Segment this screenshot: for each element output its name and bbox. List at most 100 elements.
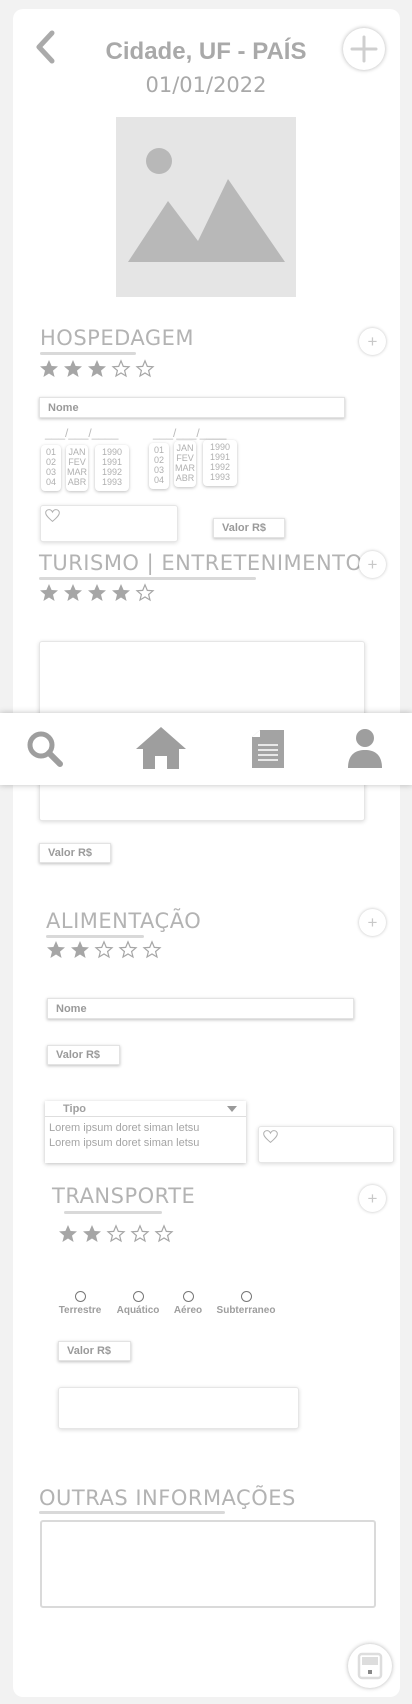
day-column[interactable]: 01 02 03 04 <box>149 443 169 489</box>
radio-label: Terrestre <box>58 1305 102 1316</box>
hospedagem-favorite-box[interactable] <box>40 505 178 542</box>
picker-option[interactable]: MAR <box>67 467 87 477</box>
star-empty-icon[interactable] <box>130 1224 150 1244</box>
picker-option[interactable]: FEV <box>68 457 86 467</box>
picker-option[interactable]: 02 <box>154 455 164 465</box>
alimentacao-value-field[interactable]: Valor R$ <box>47 1045 120 1065</box>
star-filled-icon[interactable] <box>87 359 107 379</box>
star-filled-icon[interactable] <box>87 583 107 603</box>
radio-aquatico[interactable]: Aquático <box>113 1291 163 1316</box>
save-button[interactable] <box>348 1644 392 1688</box>
star-empty-icon[interactable] <box>154 1224 174 1244</box>
picker-option[interactable]: JAN <box>68 447 85 457</box>
hospedagem-value-field[interactable]: Valor R$ <box>213 518 285 538</box>
star-filled-icon[interactable] <box>46 940 66 960</box>
document-icon[interactable] <box>251 729 285 769</box>
star-empty-icon[interactable] <box>111 359 131 379</box>
rating-turismo[interactable] <box>39 583 155 603</box>
transporte-value-field[interactable]: Valor R$ <box>58 1341 131 1361</box>
picker-option[interactable]: 1992 <box>210 462 230 472</box>
value-label: Valor R$ <box>222 522 267 534</box>
month-column[interactable]: JAN FEV MAR ABR <box>174 441 196 487</box>
picker-option[interactable]: 1993 <box>102 477 122 487</box>
picker-option[interactable]: 04 <box>154 475 164 485</box>
add-hospedagem-button[interactable]: + <box>359 328 386 355</box>
heart-icon[interactable] <box>263 1130 278 1143</box>
radio-circle[interactable] <box>240 1291 252 1302</box>
divider <box>40 352 136 355</box>
radio-circle[interactable] <box>74 1291 86 1302</box>
radio-circle[interactable] <box>132 1291 144 1302</box>
picker-option[interactable]: 1990 <box>210 442 230 452</box>
star-filled-icon[interactable] <box>63 359 83 379</box>
star-empty-icon[interactable] <box>135 359 155 379</box>
picker-option[interactable]: MAR <box>175 463 195 473</box>
star-empty-icon[interactable] <box>142 940 162 960</box>
page-date: 01/01/2022 <box>145 73 267 97</box>
picker-option[interactable]: 1992 <box>102 467 122 477</box>
type-option[interactable]: Lorem ipsum doret siman letsu <box>49 1121 199 1136</box>
radio-label: Aquático <box>116 1305 160 1316</box>
type-option[interactable]: Lorem ipsum doret siman letsu <box>49 1136 199 1151</box>
search-icon[interactable] <box>25 729 65 769</box>
picker-option[interactable]: ABR <box>176 473 195 483</box>
star-filled-icon[interactable] <box>63 583 83 603</box>
star-filled-icon[interactable] <box>111 583 131 603</box>
star-filled-icon[interactable] <box>39 583 59 603</box>
year-column[interactable]: 1990 1991 1992 1993 <box>95 445 129 491</box>
type-label: Tipo <box>63 1103 87 1115</box>
user-icon[interactable] <box>347 727 383 769</box>
star-empty-icon[interactable] <box>118 940 138 960</box>
star-filled-icon[interactable] <box>70 940 90 960</box>
year-column[interactable]: 1990 1991 1992 1993 <box>203 440 237 486</box>
picker-option[interactable]: FEV <box>176 453 194 463</box>
add-turismo-button[interactable]: + <box>359 551 386 578</box>
picker-option[interactable]: 01 <box>46 447 56 457</box>
home-icon[interactable] <box>134 725 188 771</box>
picker-option[interactable]: 1991 <box>210 452 230 462</box>
add-alimentacao-button[interactable]: + <box>359 909 386 936</box>
radio-aereo[interactable]: Aéreo <box>170 1291 206 1316</box>
rating-transporte[interactable] <box>58 1224 174 1244</box>
type-dropdown[interactable]: Tipo Lorem ipsum doret siman letsu Lorem… <box>45 1101 246 1163</box>
plus-icon: + <box>367 1189 378 1208</box>
month-column[interactable]: JAN FEV MAR ABR <box>66 445 88 491</box>
radio-subterraneo[interactable]: Subterraneo <box>213 1291 279 1316</box>
radio-circle[interactable] <box>182 1291 194 1302</box>
star-empty-icon[interactable] <box>135 583 155 603</box>
section-title-alimentacao: ALIMENTAÇÃO <box>46 909 202 933</box>
star-empty-icon[interactable] <box>106 1224 126 1244</box>
picker-option[interactable]: 03 <box>46 467 56 477</box>
checkin-date-picker[interactable]: ___/___/____ 01 02 03 04 JAN FEV MAR ABR 1990 1… <box>39 426 131 492</box>
photo-placeholder[interactable] <box>116 117 296 297</box>
hospedagem-name-field[interactable]: Nome <box>39 397 345 418</box>
alimentacao-favorite-box[interactable] <box>258 1126 394 1163</box>
picker-option[interactable]: 01 <box>154 445 164 455</box>
checkout-date-picker[interactable]: ___/___/____ 01 02 03 04 JAN FEV MAR ABR 1990 1… <box>147 426 239 492</box>
rating-hospedagem[interactable] <box>39 359 155 379</box>
add-button[interactable] <box>343 28 385 70</box>
picker-option[interactable]: JAN <box>176 443 193 453</box>
rating-alimentacao[interactable] <box>46 940 162 960</box>
picker-option[interactable]: 1991 <box>102 457 122 467</box>
turismo-value-field[interactable]: Valor R$ <box>39 843 111 863</box>
add-transporte-button[interactable]: + <box>359 1185 386 1212</box>
heart-icon[interactable] <box>45 509 60 522</box>
picker-option[interactable]: 03 <box>154 465 164 475</box>
star-filled-icon[interactable] <box>39 359 59 379</box>
alimentacao-name-field[interactable]: Nome <box>47 998 354 1019</box>
star-empty-icon[interactable] <box>94 940 114 960</box>
picker-option[interactable]: ABR <box>68 477 87 487</box>
type-select[interactable]: Tipo <box>45 1101 246 1117</box>
radio-terrestre[interactable]: Terrestre <box>56 1291 104 1316</box>
day-column[interactable]: 01 02 03 04 <box>41 445 61 491</box>
star-filled-icon[interactable] <box>82 1224 102 1244</box>
picker-option[interactable]: 1993 <box>210 472 230 482</box>
star-filled-icon[interactable] <box>58 1224 78 1244</box>
outras-informacoes-textarea[interactable] <box>40 1520 376 1608</box>
picker-option[interactable]: 04 <box>46 477 56 487</box>
back-arrow-icon[interactable] <box>34 30 56 64</box>
transporte-details-box[interactable] <box>58 1387 299 1429</box>
picker-option[interactable]: 1990 <box>102 447 122 457</box>
picker-option[interactable]: 02 <box>46 457 56 467</box>
